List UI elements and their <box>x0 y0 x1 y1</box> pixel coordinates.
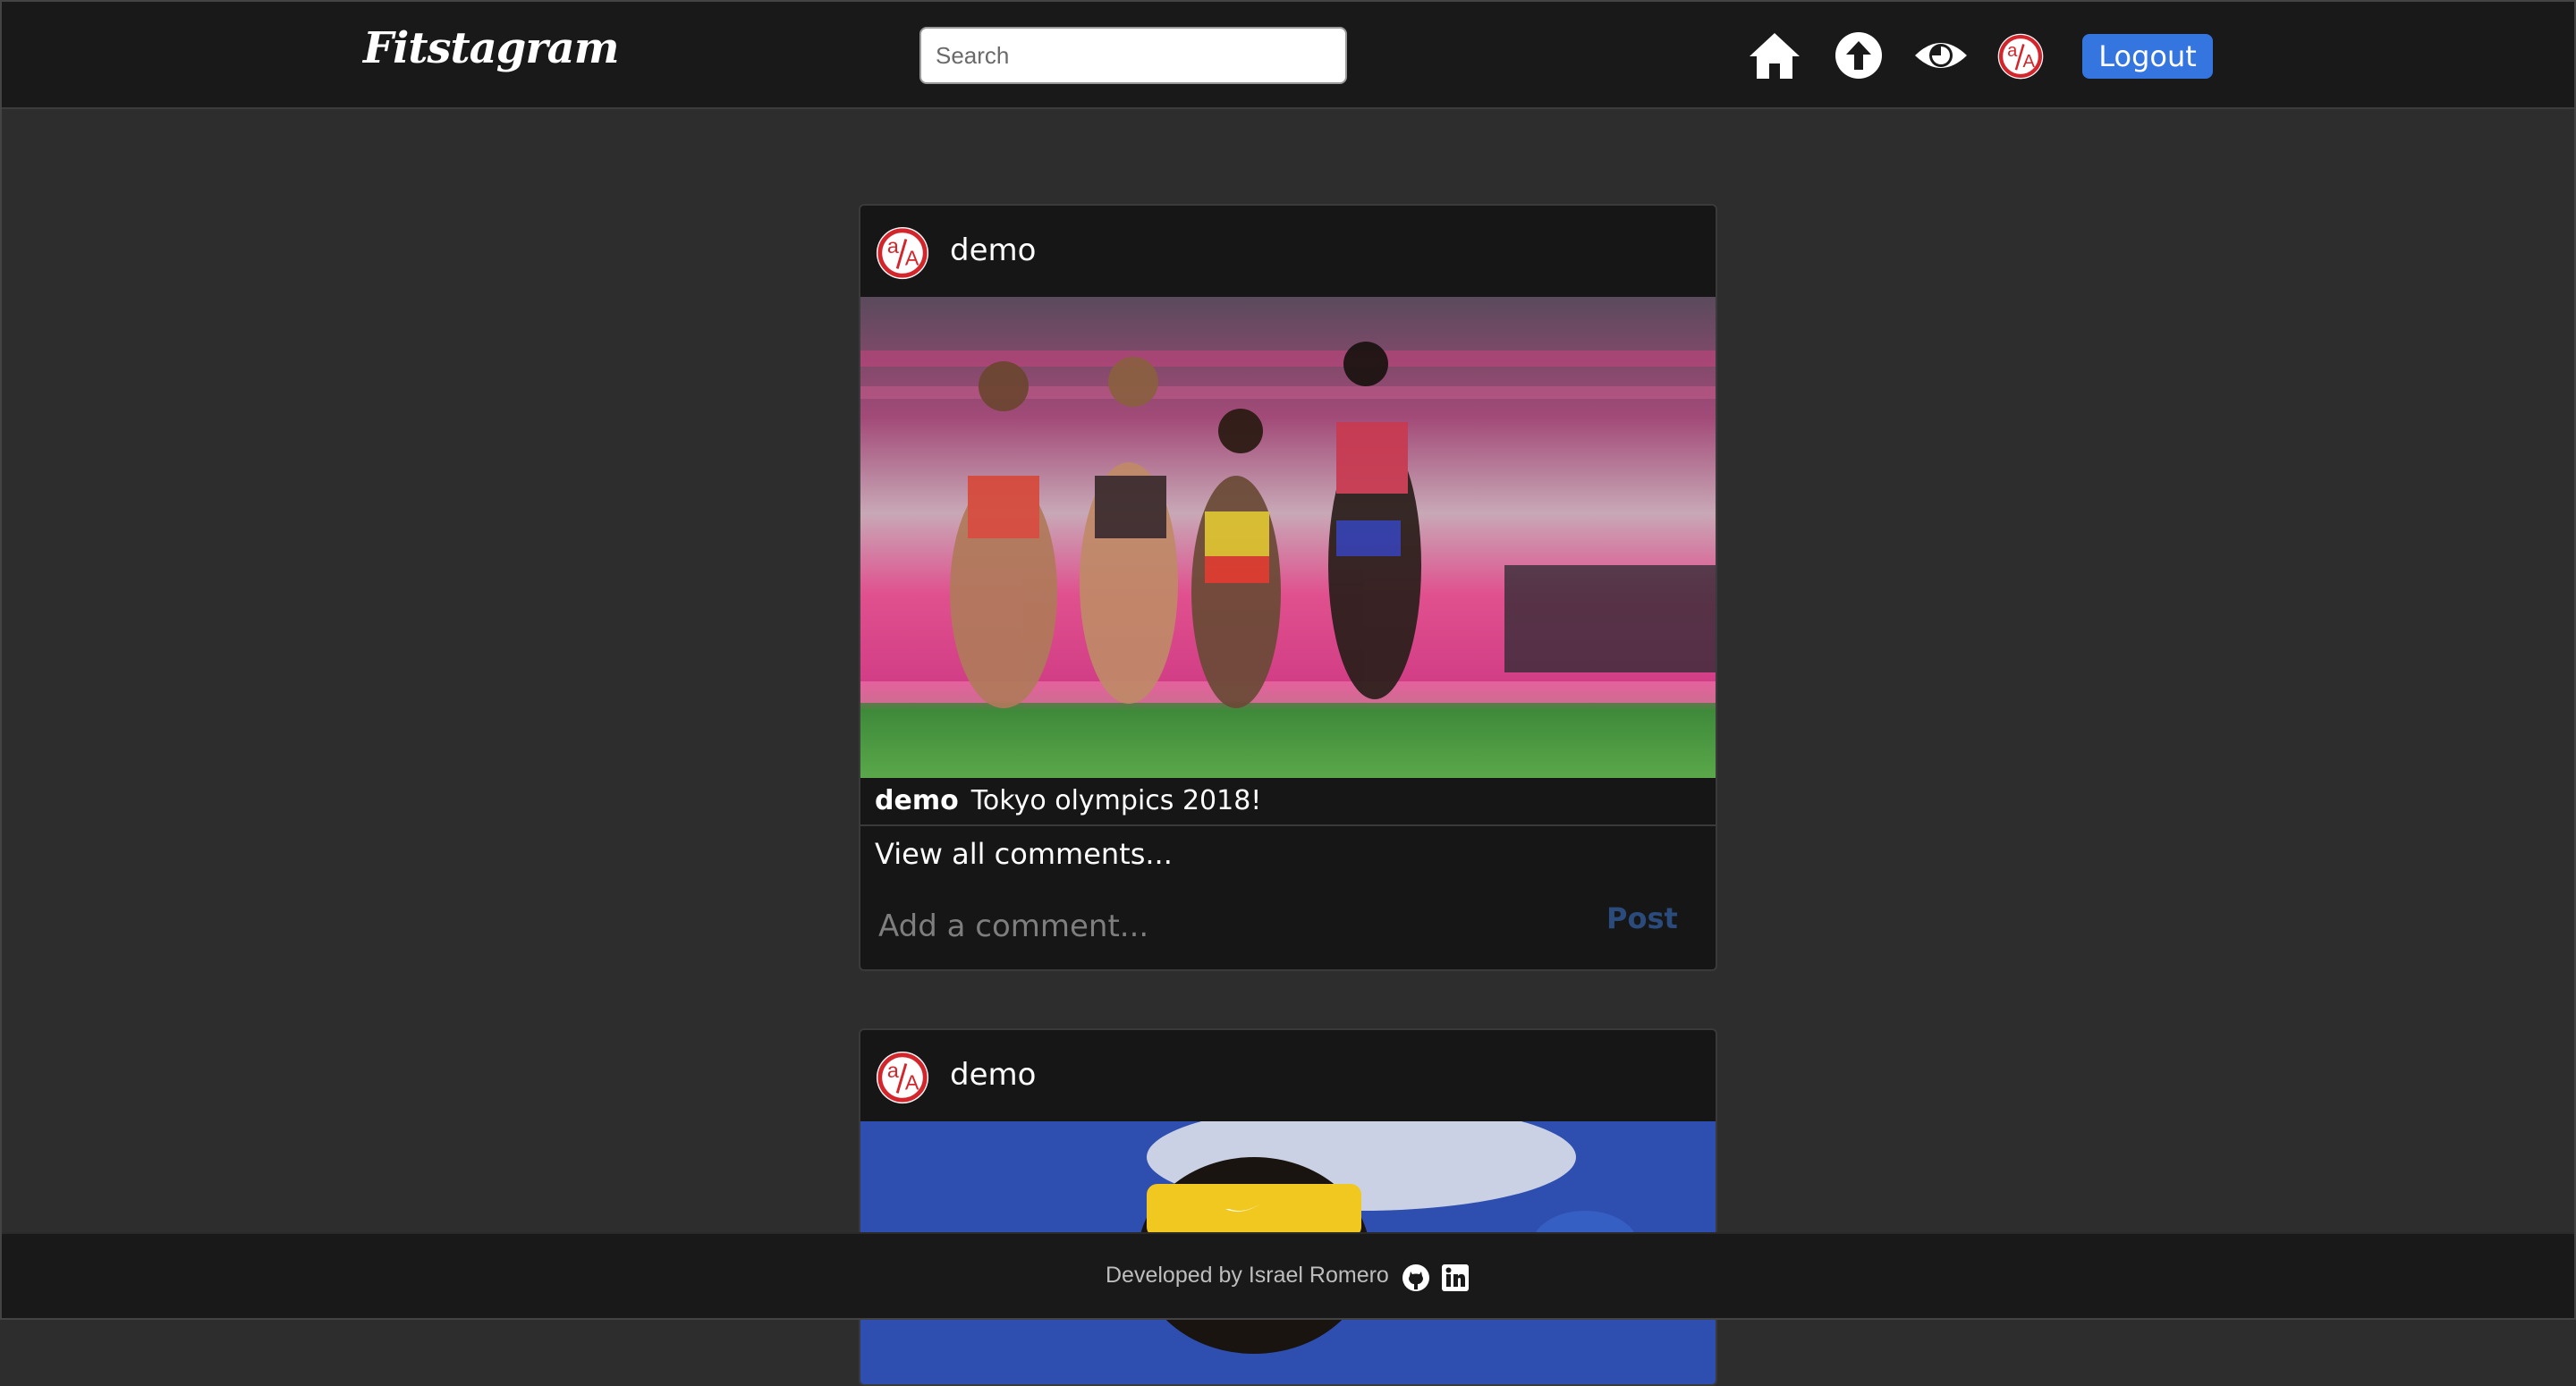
logout-button[interactable]: Logout <box>2082 34 2213 79</box>
post-header: a A demo <box>860 1030 1716 1121</box>
view-all-comments-link[interactable]: View all comments... <box>875 837 1173 871</box>
footer-credit: Developed by Israel Romero <box>1106 1263 1389 1288</box>
svg-text:A: A <box>905 1071 919 1094</box>
comment-section: View all comments... Post <box>860 826 1716 969</box>
upload-arrow-icon[interactable] <box>1830 27 1887 84</box>
post-username[interactable]: demo <box>950 232 1036 268</box>
user-avatar-icon[interactable]: a A <box>875 225 930 281</box>
post-username[interactable]: demo <box>950 1057 1036 1093</box>
caption-text: Tokyo olympics 2018! <box>970 785 1262 816</box>
svg-text:a: a <box>2007 41 2018 61</box>
search-input[interactable] <box>919 27 1347 84</box>
github-icon[interactable] <box>1401 1263 1431 1293</box>
caption-username[interactable]: demo <box>875 785 959 816</box>
post-header: a A demo <box>860 206 1716 297</box>
svg-text:A: A <box>2023 52 2036 72</box>
top-navbar: Fitstagram a A Logout <box>0 0 2576 109</box>
post-comment-button[interactable]: Post <box>1606 901 1678 935</box>
svg-text:a: a <box>887 234 899 258</box>
linkedin-icon[interactable] <box>1440 1263 1470 1293</box>
comment-input[interactable] <box>878 901 1558 951</box>
footer: Developed by Israel Romero <box>0 1232 2576 1320</box>
user-avatar-icon[interactable]: a A <box>875 1050 930 1105</box>
post-caption: demo Tokyo olympics 2018! <box>860 778 1716 826</box>
profile-avatar-icon[interactable]: a A <box>1996 32 2045 80</box>
eye-icon[interactable] <box>1912 27 1970 84</box>
post-card: a A demo <box>859 204 1717 971</box>
svg-text:A: A <box>905 247 919 270</box>
post-photo[interactable] <box>860 297 1716 778</box>
post-card: a A demo <box>859 1028 1717 1386</box>
home-icon[interactable] <box>1746 27 1803 84</box>
svg-text:a: a <box>887 1059 899 1082</box>
brand-logo[interactable]: Fitstagram <box>363 23 620 73</box>
